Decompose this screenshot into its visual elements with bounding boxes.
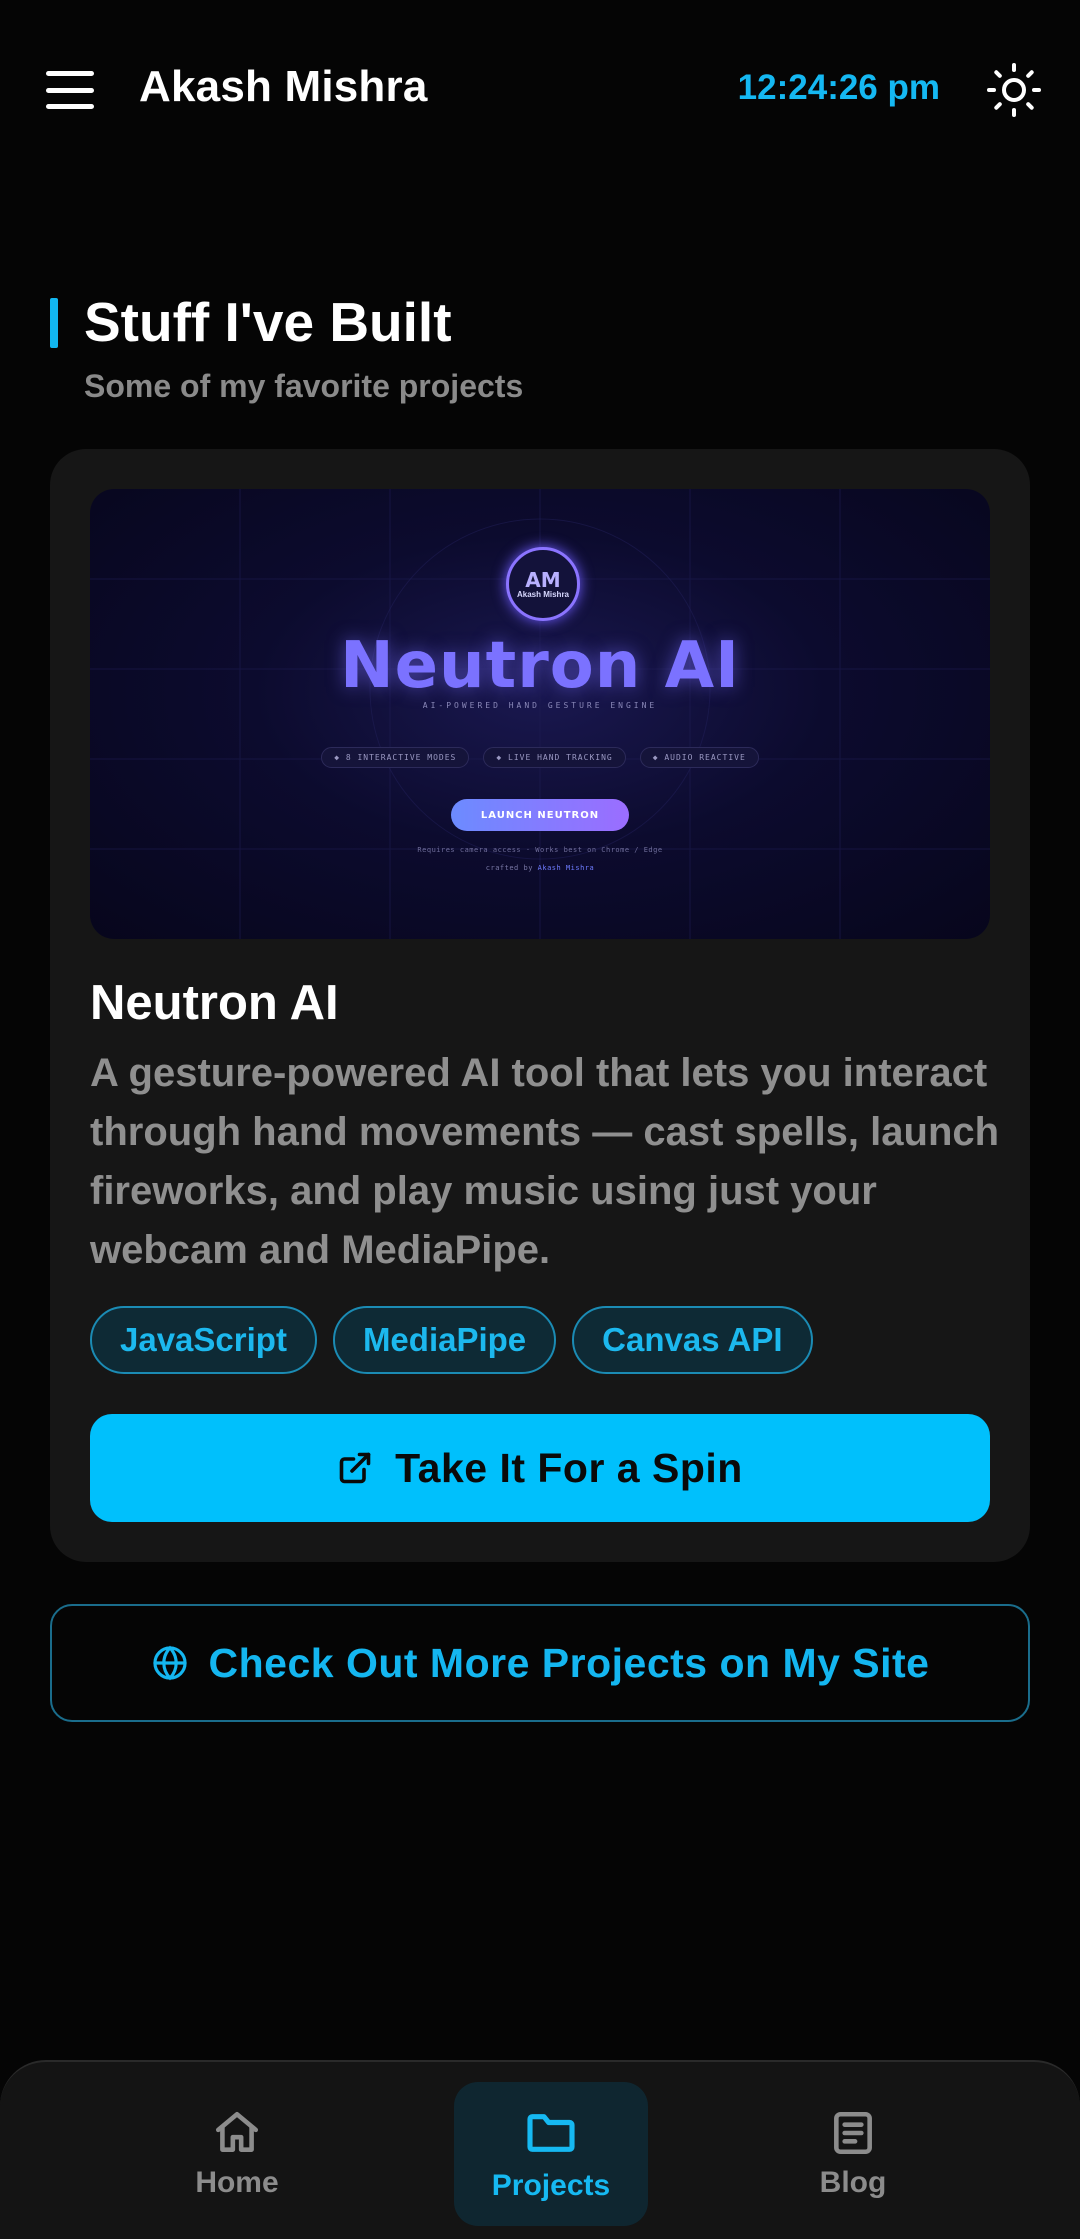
hamburger-menu-icon[interactable] [46,71,94,109]
preview-note: Requires camera access · Works best on C… [417,846,663,854]
preview-chip: ◆ AUDIO REACTIVE [639,747,759,768]
nav-blog-label: Blog [819,2166,887,2199]
project-preview-image[interactable]: AM Akash Mishra Neutron AI AI-POWERED HA… [90,489,990,939]
take-it-for-a-spin-button[interactable]: Take It For a Spin [90,1414,990,1522]
preview-credit-name: Akash Mishra [537,864,595,872]
section-subtitle: Some of my favorite projects [84,368,524,404]
globe-icon [152,1645,187,1681]
external-link-icon [339,1452,371,1484]
site-brand[interactable]: Akash Mishra [139,62,428,112]
document-icon [834,2111,872,2155]
section-accent-bar [50,298,58,348]
preview-chips: ◆ 8 INTERACTIVE MODES ◆ LIVE HAND TRACKI… [90,747,990,768]
preview-tagline: AI-POWERED HAND GESTURE ENGINE [422,701,658,710]
more-projects-label: Check Out More Projects on My Site [208,1639,930,1686]
live-clock: 12:24:26 pm [737,68,940,107]
preview-logo: AM Akash Mishra [506,547,580,621]
preview-title: Neutron AI [340,629,740,703]
project-tags: JavaScript MediaPipe Canvas API [90,1306,813,1374]
bottom-navigation: Home Projects Blog [0,2060,1080,2239]
project-title: Neutron AI [90,976,339,1030]
home-icon [215,2111,259,2152]
projects-page: Akash Mishra 12:24:26 pm Stuff I've Buil… [0,0,1080,2239]
preview-credit: crafted by Akash Mishra [90,864,990,872]
tag-mediapipe: MediaPipe [332,1306,557,1374]
top-bar: Akash Mishra 12:24:26 pm [0,0,1080,180]
nav-item-home[interactable]: Home [140,2082,334,2226]
tag-javascript: JavaScript [90,1306,317,1374]
nav-home-label: Home [195,2166,279,2199]
preview-logo-mark: AM [525,567,561,592]
preview-chip: ◆ 8 INTERACTIVE MODES [321,747,470,768]
project-card: AM Akash Mishra Neutron AI AI-POWERED HA… [50,449,1030,1562]
preview-chip: ◆ LIVE HAND TRACKING [483,747,626,768]
preview-credit-prefix: crafted by [485,864,533,872]
folder-icon [527,2114,575,2152]
sun-icon[interactable] [986,62,1042,118]
nav-item-projects[interactable]: Projects [454,2082,648,2226]
section-title: Stuff I've Built [84,291,452,353]
nav-projects-label: Projects [491,2169,611,2202]
more-projects-button[interactable]: Check Out More Projects on My Site [50,1604,1030,1722]
tag-canvas-api: Canvas API [572,1306,813,1374]
project-description: A gesture-powered AI tool that lets you … [90,1051,1000,1272]
preview-logo-name: Akash Mishra [516,589,570,599]
preview-launch-button: LAUNCH NEUTRON [451,799,629,831]
nav-item-blog[interactable]: Blog [756,2082,950,2226]
spin-button-label: Take It For a Spin [395,1444,743,1491]
